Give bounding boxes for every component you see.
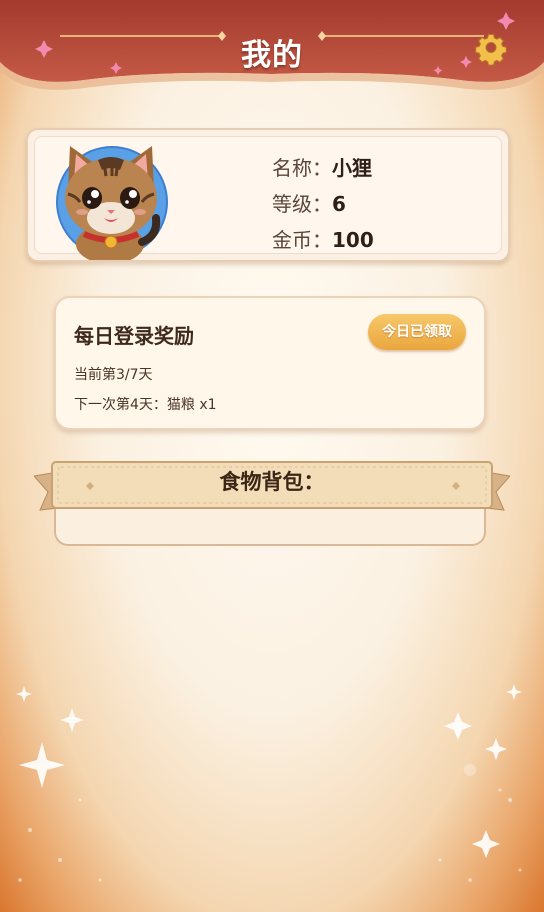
level-row: 等级：6	[272, 186, 374, 222]
daily-reward-next: 下一次第4天：猫粮 x1	[74, 397, 217, 413]
food-bag-title: 食物背包：	[219, 470, 325, 494]
level-value: 6	[332, 192, 346, 216]
claimed-button[interactable]: 今日已领取	[368, 314, 466, 350]
daily-reward-card: 每日登录奖励 今日已领取 当前第3/7天 下一次第4天：猫粮 x1	[54, 296, 486, 430]
name-value: 小狸	[332, 156, 372, 180]
coins-row: 金币：100	[272, 222, 374, 258]
coins-label: 金币：	[272, 228, 332, 252]
name-row: 名称：小狸	[272, 150, 374, 186]
profile-info: 名称：小狸 等级：6 金币：100	[272, 150, 374, 258]
coins-value: 100	[332, 228, 374, 252]
header-bar: 我的	[0, 0, 544, 92]
settings-button[interactable]	[474, 32, 508, 66]
name-label: 名称：	[272, 156, 332, 180]
daily-reward-progress: 当前第3/7天	[74, 367, 153, 383]
level-label: 等级：	[272, 192, 332, 216]
cat-avatar	[56, 146, 168, 260]
gear-icon	[475, 34, 507, 66]
profile-card: 名称：小狸 等级：6 金币：100	[26, 128, 510, 262]
daily-reward-title: 每日登录奖励	[74, 324, 194, 348]
page-title: 我的	[241, 38, 303, 73]
